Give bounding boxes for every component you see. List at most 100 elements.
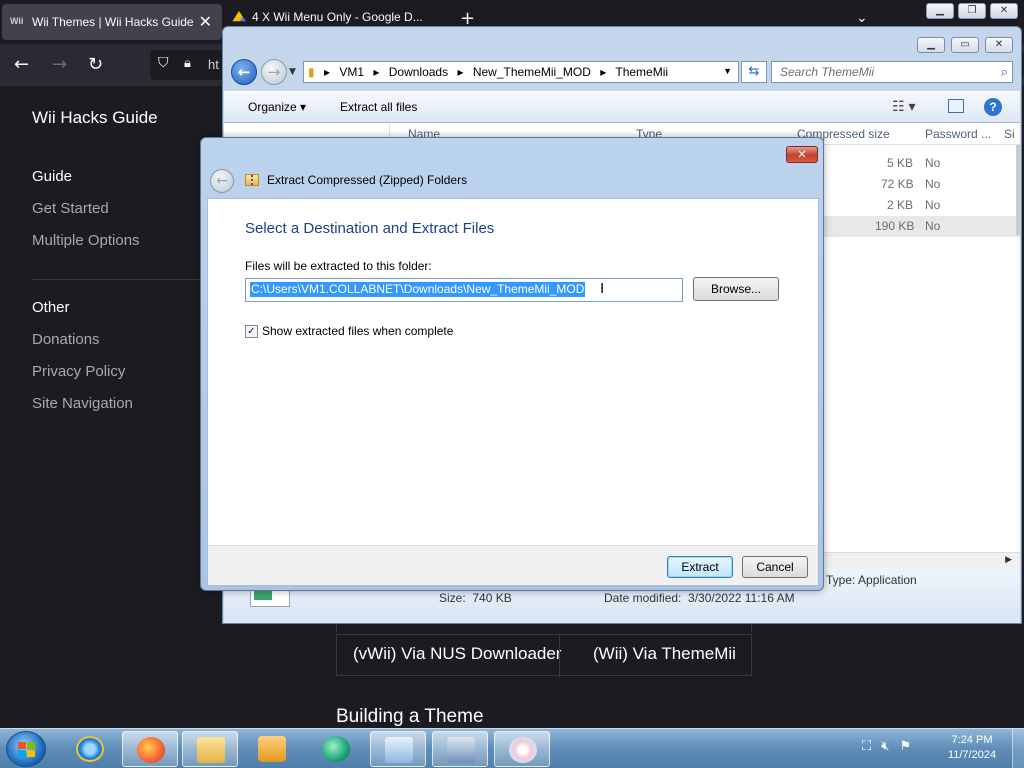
shield-icon[interactable]: ⛉ bbox=[158, 55, 169, 71]
sidebar-divider bbox=[32, 279, 200, 280]
back-arrow-icon[interactable]: ← bbox=[14, 54, 29, 75]
dialog-close-button[interactable]: ✕ bbox=[786, 146, 818, 163]
taskbar-file-explorer[interactable] bbox=[182, 731, 238, 767]
breadcrumb-separator-icon[interactable]: ▸ bbox=[324, 65, 330, 79]
row-password: No bbox=[925, 219, 941, 233]
cancel-button[interactable]: Cancel bbox=[742, 556, 808, 578]
internet-explorer-icon bbox=[76, 736, 104, 762]
tab-title: Wii Themes | Wii Hacks Guide bbox=[32, 15, 194, 29]
breadcrumb-separator-icon[interactable]: ▸ bbox=[457, 65, 463, 79]
dialog-heading: Select a Destination and Extract Files bbox=[245, 220, 495, 237]
destination-path-value[interactable]: C:\Users\VM1.COLLABNET\Downloads\New_The… bbox=[250, 282, 586, 297]
explorer-minimize-button[interactable]: ▁ bbox=[917, 37, 945, 53]
column-size[interactable]: Si bbox=[1004, 127, 1015, 141]
organize-button[interactable]: Organize ▾ bbox=[248, 100, 306, 114]
breadcrumb-vm1[interactable]: VM1 bbox=[339, 65, 364, 79]
url-text[interactable]: ht bbox=[208, 57, 219, 72]
system-tray: ⛶ 🔇︎ ⚑ bbox=[862, 739, 911, 754]
address-dropdown-icon[interactable]: ▼ bbox=[723, 66, 732, 76]
google-drive-icon bbox=[232, 11, 246, 22]
zip-folder-icon bbox=[245, 174, 259, 186]
dialog-title: Extract Compressed (Zipped) Folders bbox=[267, 173, 468, 187]
view-options-icon[interactable]: ☷ ▾ bbox=[892, 98, 915, 115]
browse-button[interactable]: Browse... bbox=[693, 277, 779, 301]
folder-icon: ▮ bbox=[308, 65, 315, 79]
taskbar-control-panel[interactable] bbox=[370, 731, 426, 767]
browser-minimize-button[interactable]: ▁ bbox=[926, 3, 954, 19]
explorer-close-button[interactable]: ✕ bbox=[985, 37, 1013, 53]
column-password[interactable]: Password ... bbox=[925, 127, 991, 141]
network-icon[interactable]: ⛶ bbox=[862, 739, 871, 754]
refresh-icon[interactable]: ⇆ bbox=[741, 61, 767, 83]
tab-list-chevron-icon[interactable]: ⌄ bbox=[856, 10, 868, 26]
tab-group-border bbox=[336, 624, 752, 632]
keyboard-icon bbox=[447, 737, 475, 763]
row-compressed-size: 5 KB bbox=[887, 156, 914, 170]
dialog-back-icon[interactable]: ← bbox=[210, 169, 234, 193]
destination-path-input[interactable]: C:\Users\VM1.COLLABNET\Downloads\New_The… bbox=[245, 278, 683, 302]
row-compressed-size: 190 KB bbox=[875, 219, 915, 233]
taskbar: ⛶ 🔇︎ ⚑ 7:24 PM 11/7/2024 bbox=[0, 728, 1024, 768]
taskbar-app-green[interactable] bbox=[308, 731, 364, 767]
sidebar-item-get-started[interactable]: Get Started bbox=[32, 200, 109, 217]
sidebar-section-other[interactable]: Other bbox=[32, 299, 70, 316]
taskbar-internet-explorer[interactable] bbox=[62, 731, 118, 767]
breadcrumb-downloads[interactable]: Downloads bbox=[389, 65, 448, 79]
sidebar-item-multiple-options[interactable]: Multiple Options bbox=[32, 232, 140, 249]
disc-icon bbox=[509, 737, 537, 763]
search-placeholder[interactable]: Search ThemeMii bbox=[780, 65, 874, 79]
extract-button[interactable]: Extract bbox=[667, 556, 733, 578]
tab2-title: 4 X Wii Menu Only - Google D... bbox=[252, 10, 423, 24]
browser-close-button[interactable]: ✕ bbox=[990, 3, 1018, 19]
browser-tab-active[interactable]: Wii Wii Themes | Wii Hacks Guide ✕ bbox=[2, 4, 222, 40]
taskbar-firefox[interactable] bbox=[122, 731, 178, 767]
browser-restore-button[interactable]: ❐ bbox=[958, 3, 986, 19]
sidebar-item-site-navigation[interactable]: Site Navigation bbox=[32, 395, 133, 412]
explorer-maximize-button[interactable]: ▭ bbox=[951, 37, 979, 53]
recent-pages-dropdown-icon[interactable]: ▼ bbox=[289, 67, 296, 77]
sidebar-section-guide[interactable]: Guide bbox=[32, 168, 72, 185]
explorer-back-icon[interactable]: ← bbox=[231, 59, 257, 85]
breadcrumb-new-thememii-mod[interactable]: New_ThemeMii_MOD bbox=[473, 65, 591, 79]
sidebar-item-donations[interactable]: Donations bbox=[32, 331, 100, 348]
details-date-label: Date modified: bbox=[604, 591, 682, 605]
show-extracted-files-checkbox[interactable]: ✓ bbox=[245, 325, 258, 338]
breadcrumb-separator-icon[interactable]: ▸ bbox=[373, 65, 379, 79]
show-extracted-files-label[interactable]: Show extracted files when complete bbox=[262, 324, 453, 338]
site-brand[interactable]: Wii Hacks Guide bbox=[32, 108, 158, 128]
details-type: Type: Application bbox=[826, 573, 917, 587]
row-password: No bbox=[925, 198, 941, 212]
forward-arrow-icon[interactable]: → bbox=[52, 54, 67, 75]
show-desktop-button[interactable] bbox=[1012, 729, 1024, 768]
breadcrumb-separator-icon[interactable]: ▸ bbox=[600, 65, 606, 79]
reload-icon[interactable]: ↻ bbox=[88, 54, 103, 75]
vertical-scrollbar[interactable] bbox=[1016, 145, 1020, 235]
browser-tab-2[interactable]: 4 X Wii Menu Only - Google D... bbox=[232, 10, 423, 24]
preview-pane-icon[interactable] bbox=[948, 99, 964, 113]
lock-icon[interactable]: 🔒︎ bbox=[184, 56, 191, 71]
breadcrumb-thememii[interactable]: ThemeMii bbox=[615, 65, 668, 79]
tab-vwii-nus-downloader[interactable]: (vWii) Via NUS Downloader bbox=[353, 644, 561, 664]
action-center-flag-icon[interactable]: ⚑ bbox=[900, 739, 912, 754]
clock-time: 7:24 PM bbox=[951, 734, 993, 746]
taskbar-keyboard-app[interactable] bbox=[432, 731, 488, 767]
search-input[interactable]: Search ThemeMii ⌕ bbox=[771, 61, 1013, 83]
taskbar-media-player[interactable] bbox=[244, 731, 300, 767]
help-icon[interactable]: ? bbox=[984, 98, 1002, 116]
taskbar-cd-app[interactable] bbox=[494, 731, 550, 767]
scroll-right-icon[interactable]: ▶ bbox=[1005, 554, 1012, 565]
clock-date: 11/7/2024 bbox=[947, 749, 997, 761]
page-content: (vWii) Via NUS Downloader (Wii) Via Them… bbox=[230, 624, 1024, 728]
details-size-value: 740 KB bbox=[472, 591, 512, 605]
extract-all-button[interactable]: Extract all files bbox=[340, 100, 417, 114]
row-password: No bbox=[925, 156, 941, 170]
sidebar-item-privacy-policy[interactable]: Privacy Policy bbox=[32, 363, 125, 380]
start-button[interactable] bbox=[6, 731, 46, 767]
tab-close-icon[interactable]: ✕ bbox=[199, 12, 212, 32]
tab-wii-thememii[interactable]: (Wii) Via ThemeMii bbox=[593, 644, 736, 664]
search-icon[interactable]: ⌕ bbox=[1001, 64, 1008, 80]
explorer-forward-icon[interactable]: → bbox=[261, 59, 287, 85]
volume-muted-icon[interactable]: 🔇︎ bbox=[881, 739, 889, 754]
system-clock[interactable]: 7:24 PM 11/7/2024 bbox=[942, 733, 1002, 763]
address-bar[interactable]: ▮ ▸ VM1 ▸ Downloads ▸ New_ThemeMii_MOD ▸… bbox=[303, 61, 739, 83]
